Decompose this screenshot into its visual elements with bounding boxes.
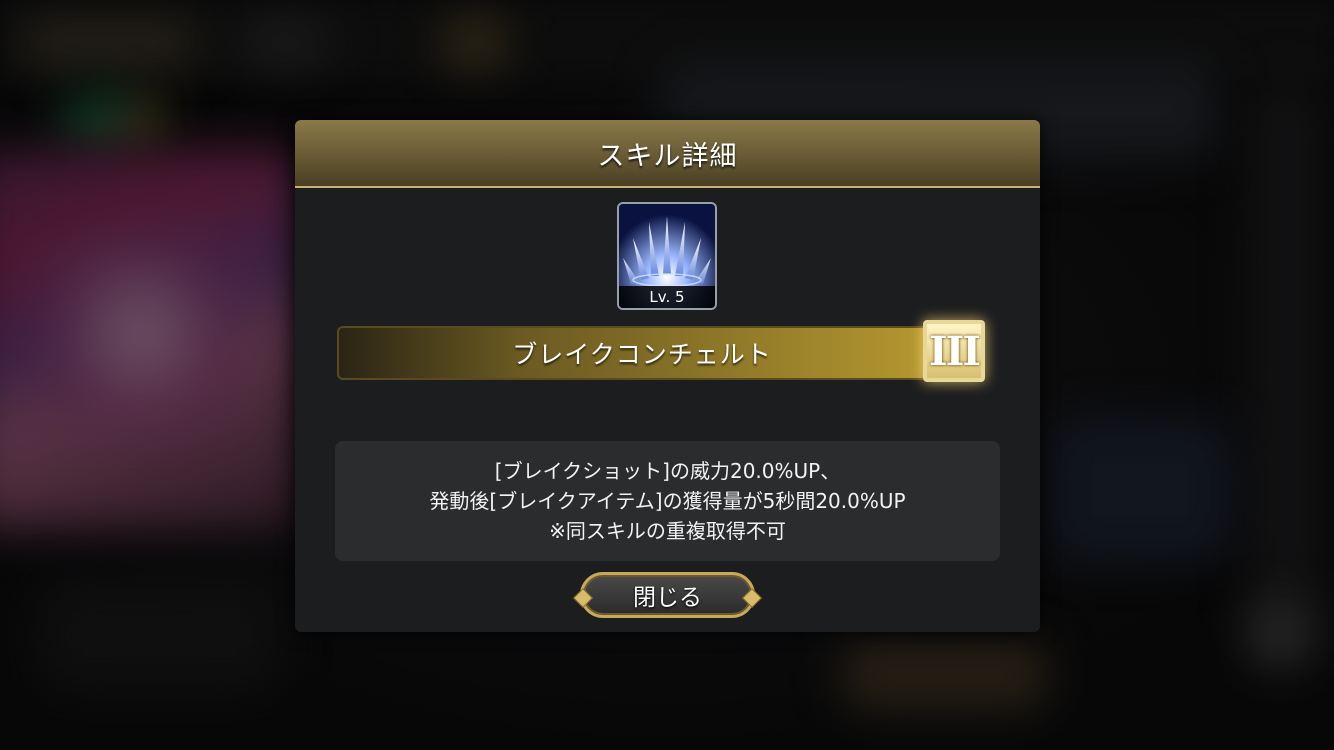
skill-description-box: [ブレイクショット]の威力20.0%UP、 発動後[ブレイクアイテム]の獲得量が… — [335, 441, 1000, 561]
description-line: [ブレイクショット]の威力20.0%UP、 — [494, 459, 841, 483]
description-line: 発動後[ブレイクアイテム]の獲得量が5秒間20.0%UP — [429, 489, 906, 513]
skill-detail-dialog: スキル詳細 Lv. 5 ブレイクコンチェルト III [ブレイクショット]の威力… — [295, 120, 1040, 632]
description-line: ※同スキルの重複取得不可 — [549, 519, 786, 543]
skill-name-bar: ブレイクコンチェルト — [337, 326, 947, 380]
close-button-label: 閉じる — [633, 585, 702, 611]
skill-name: ブレイクコンチェルト — [512, 340, 772, 369]
diamond-ornament-icon — [573, 588, 593, 608]
dialog-header: スキル詳細 — [295, 120, 1040, 188]
ice-shards-icon: Lv. 5 — [617, 202, 717, 310]
close-button[interactable]: 閉じる — [573, 572, 762, 618]
dialog-title: スキル詳細 — [597, 140, 738, 172]
skill-level-label: Lv. 5 — [619, 286, 715, 308]
skill-rank-badge: III — [923, 320, 985, 382]
skill-rank-numeral: III — [928, 327, 981, 375]
diamond-ornament-icon — [742, 588, 762, 608]
game-screen: スキル詳細 Lv. 5 ブレイクコンチェルト III [ブレイクショット]の威力… — [0, 0, 1334, 750]
